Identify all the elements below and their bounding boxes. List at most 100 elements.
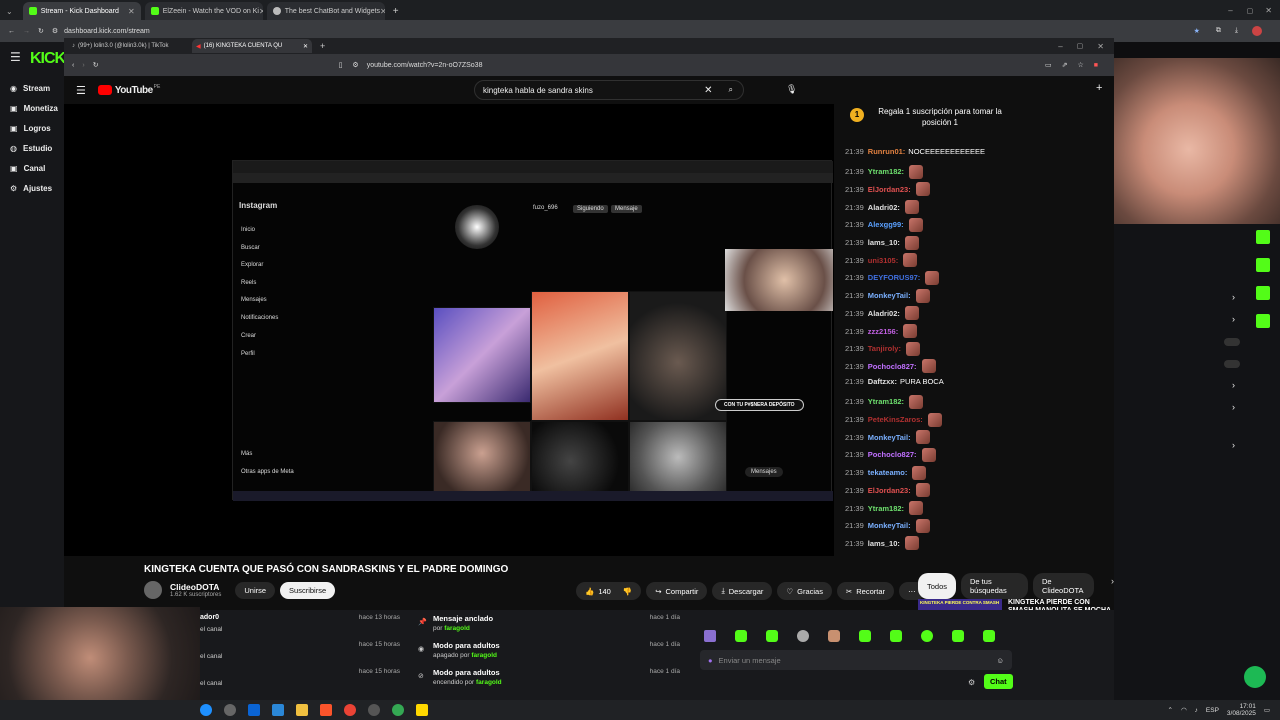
forward-icon[interactable]: → xyxy=(23,28,30,35)
chat-send-button[interactable]: Chat xyxy=(984,674,1013,689)
join-button[interactable]: Unirse xyxy=(235,581,276,599)
outlook-icon[interactable] xyxy=(248,704,260,716)
chat-username[interactable]: Ytram182: xyxy=(868,397,904,406)
chevron-right-icon[interactable]: › xyxy=(1232,314,1235,324)
emote-icon[interactable] xyxy=(952,630,964,642)
chat-username[interactable]: lams_10: xyxy=(868,238,900,247)
window-close-icon[interactable]: ✕ xyxy=(1097,42,1104,51)
chevron-up-icon[interactable]: ⌃ xyxy=(1168,706,1173,714)
emote-icon[interactable] xyxy=(766,630,778,642)
chat-settings-icon[interactable]: ⚙ xyxy=(968,678,975,687)
sidebar-item-monetiza[interactable]: ▣ Monetiza xyxy=(10,104,58,113)
chat-toolbar-icon[interactable] xyxy=(1256,230,1270,244)
edge-icon[interactable] xyxy=(200,704,212,716)
emote-icon[interactable] xyxy=(797,630,809,642)
close-icon[interactable]: ✕ xyxy=(259,7,263,16)
site-info-icon[interactable]: ⚙ xyxy=(352,61,358,69)
reload-icon[interactable]: ↻ xyxy=(38,27,44,35)
outer-url[interactable]: dashboard.kick.com/stream xyxy=(64,28,150,35)
toggle-switch[interactable] xyxy=(1224,338,1240,346)
chat-username[interactable]: MonkeyTail: xyxy=(868,433,911,442)
video-player[interactable]: Instagram Inicio Buscar Explorar Reels M… xyxy=(64,104,834,556)
chat-username[interactable]: Aladri02: xyxy=(868,309,900,318)
search-input[interactable]: kingteka habla de sandra skins ✕ ⌕ xyxy=(474,80,744,100)
window-maximize-icon[interactable]: ▢ xyxy=(1247,7,1254,15)
notes-icon[interactable] xyxy=(416,704,428,716)
chevron-right-icon[interactable]: › xyxy=(1232,380,1235,390)
mod-log-by[interactable]: faragold xyxy=(444,625,470,632)
clip-button[interactable]: ✂ Recortar xyxy=(836,582,895,600)
notification-icon[interactable]: ▭ xyxy=(1264,706,1270,714)
mod-log-by[interactable]: faragold xyxy=(471,652,497,659)
chat-username[interactable]: DEYFORUS97: xyxy=(868,273,921,282)
share-icon[interactable]: ⇗ xyxy=(1062,61,1068,69)
thumbs-down-icon[interactable]: 👎 xyxy=(623,587,632,596)
chat-username[interactable]: MonkeyTail: xyxy=(868,521,911,530)
pinned-gift-banner[interactable]: 1 Regala 1 suscripción para tomar la pos… xyxy=(834,104,1004,132)
close-icon[interactable]: ✕ xyxy=(303,43,308,50)
thanks-button[interactable]: ♡ Gracias xyxy=(777,582,832,600)
reload-icon[interactable]: ↻ xyxy=(93,61,99,69)
emote-icon[interactable] xyxy=(921,630,933,642)
sidebar-item-logros[interactable]: ▣ Logros xyxy=(10,124,51,133)
emote-picker-icon[interactable]: ● xyxy=(708,656,713,665)
close-icon[interactable]: ✕ xyxy=(128,7,135,16)
chat-username[interactable]: tekateamo: xyxy=(868,468,908,477)
wifi-icon[interactable]: ◠ xyxy=(1181,706,1187,714)
site-info-icon[interactable]: ⚙ xyxy=(52,27,58,35)
tab-list-chevron-icon[interactable]: ⌄ xyxy=(6,7,13,16)
sidebar-item-estudio[interactable]: ◍ Estudio xyxy=(10,144,52,153)
inner-url[interactable]: youtube.com/watch?v=2n-oO7ZSo38 xyxy=(367,62,483,69)
channel-name[interactable]: ClideoDOTA xyxy=(170,582,221,592)
chat-username[interactable]: ElJordan23: xyxy=(868,486,911,495)
profile-avatar[interactable] xyxy=(1252,26,1262,36)
like-button[interactable]: 👍 140 👎 xyxy=(576,582,642,600)
bookmark-star-icon[interactable]: ★ xyxy=(1194,27,1200,35)
new-tab-plus-icon[interactable]: + xyxy=(393,6,399,17)
chat-input[interactable]: ● Enviar un mensaje ☺ xyxy=(700,650,1012,670)
outer-tab-kick-dashboard[interactable]: Stream - Kick Dashboard ✕ xyxy=(22,2,141,20)
chrome-icon[interactable] xyxy=(392,704,404,716)
window-maximize-icon[interactable]: ▢ xyxy=(1077,42,1084,50)
extension-icon[interactable]: ■ xyxy=(1094,62,1098,69)
sidebar-item-stream[interactable]: ◉ Stream xyxy=(10,84,50,93)
toggle-switch[interactable] xyxy=(1224,360,1240,368)
chat-username[interactable]: PeteKinsZaros: xyxy=(868,415,923,424)
hamburger-menu-icon[interactable]: ☰ xyxy=(10,50,21,64)
chat-username[interactable]: MonkeyTail: xyxy=(868,291,911,300)
chat-username[interactable]: Ytram182: xyxy=(868,504,904,513)
chevron-right-icon[interactable]: › xyxy=(1232,402,1235,412)
chat-toolbar-icon[interactable] xyxy=(1256,286,1270,300)
search-icon[interactable]: ⌕ xyxy=(729,85,733,95)
inner-tab-youtube[interactable]: ◀ (16) KINGTEKA CUENTA QU ✕ xyxy=(192,39,312,53)
new-tab-plus-icon[interactable]: + xyxy=(320,41,325,51)
cast-icon[interactable]: ▭ xyxy=(1045,61,1052,69)
chrome-icon[interactable] xyxy=(344,704,356,716)
chat-username[interactable]: Pochoclo827: xyxy=(868,362,917,371)
subscribe-button[interactable]: Suscribirse xyxy=(280,581,336,599)
emote-icon[interactable] xyxy=(704,630,716,642)
photos-icon[interactable] xyxy=(272,704,284,716)
create-plus-icon[interactable]: + xyxy=(1096,82,1102,94)
back-icon[interactable]: ‹ xyxy=(72,62,74,69)
close-icon[interactable]: ✕ xyxy=(380,7,385,16)
volume-icon[interactable]: ♪ xyxy=(1195,707,1198,714)
chat-username[interactable]: lams_10: xyxy=(868,539,900,548)
chat-toolbar-icon[interactable] xyxy=(1256,258,1270,272)
download-icon[interactable]: ⤓ xyxy=(1235,27,1238,35)
star-icon[interactable]: ☆ xyxy=(1077,61,1083,69)
outer-tab-elzeein[interactable]: ElZeein - Watch the VOD on Ki ✕ xyxy=(144,2,263,20)
smile-icon[interactable]: ☺ xyxy=(996,656,1004,665)
back-icon[interactable]: ← xyxy=(8,28,15,35)
chat-username[interactable]: Runrun01: xyxy=(868,147,906,156)
channel-avatar[interactable] xyxy=(144,581,162,599)
window-close-icon[interactable]: ✕ xyxy=(1265,6,1272,15)
clear-search-icon[interactable]: ✕ xyxy=(704,85,712,96)
hamburger-menu-icon[interactable]: ☰ xyxy=(76,84,86,97)
folder-icon[interactable] xyxy=(296,704,308,716)
chat-toolbar-icon[interactable] xyxy=(1256,314,1270,328)
chat-username[interactable]: ElJordan23: xyxy=(868,185,911,194)
chevron-right-icon[interactable]: › xyxy=(1232,292,1235,302)
sidebar-item-ajustes[interactable]: ⚙ Ajustes xyxy=(10,184,52,193)
obs-icon[interactable] xyxy=(368,704,380,716)
